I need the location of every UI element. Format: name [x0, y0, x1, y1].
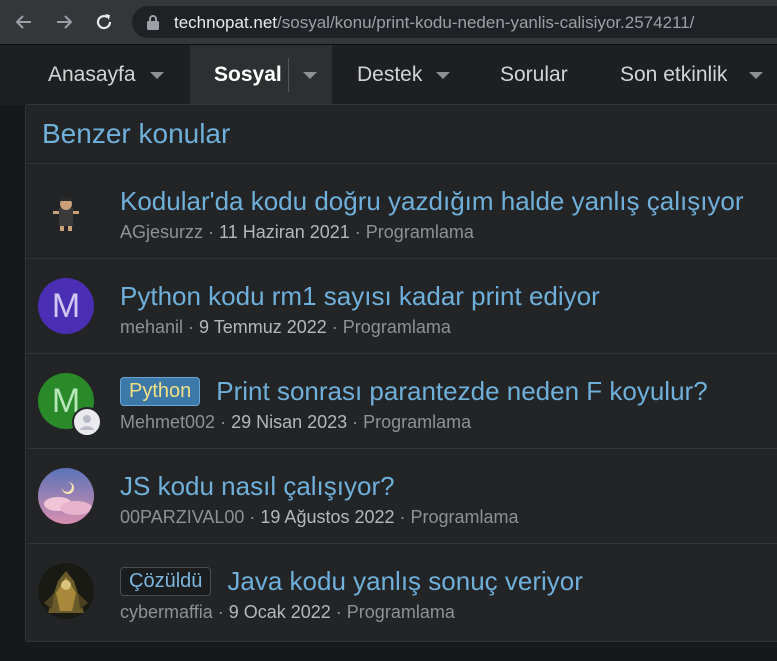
thread-date[interactable]: 11 Haziran 2021 — [219, 222, 350, 242]
tab-label: Anasayfa — [48, 63, 136, 86]
user-avatar-image — [38, 468, 94, 524]
avatar[interactable]: M — [38, 278, 94, 334]
thread-title-link[interactable]: Python kodu rm1 sayısı kadar print ediyo… — [120, 281, 600, 312]
back-button[interactable] — [10, 8, 38, 36]
block-title: Benzer konular — [42, 118, 231, 149]
similar-threads-block: Benzer konular Kodular'da kodu doğru yaz… — [25, 104, 777, 642]
url-path: /sosyal/konu/print-kodu-neden-yanlis-cal… — [277, 13, 695, 32]
url-text: technopat.net/sosyal/konu/print-kodu-ned… — [174, 13, 694, 33]
reload-icon — [96, 14, 112, 30]
block-header: Benzer konular — [26, 105, 777, 164]
avatar[interactable] — [38, 468, 94, 524]
tab-destek[interactable]: Destek — [357, 45, 451, 105]
tab-sosyal[interactable]: Sosyal — [190, 45, 332, 105]
thread-title-link[interactable]: Print sonrası parantezde neden F koyulur… — [216, 376, 707, 407]
meta-separator: · — [330, 602, 347, 622]
thread-forum[interactable]: Programlama — [366, 222, 474, 242]
meta-separator: · — [349, 222, 366, 242]
thread-title[interactable]: Kodular'da kodu doğru yazdığım halde yan… — [120, 186, 744, 217]
thread-meta: cybermaffia · 9 Ocak 2022 · Programlama — [120, 602, 455, 623]
tab-label: Destek — [357, 63, 423, 86]
browser-toolbar: technopat.net/sosyal/konu/print-kodu-ned… — [0, 0, 777, 44]
chevron-down-icon[interactable] — [149, 71, 164, 79]
thread-date[interactable]: 9 Temmuz 2022 — [199, 317, 327, 337]
thread-meta: Mehmet002 · 29 Nisan 2023 · Programlama — [120, 412, 471, 433]
chevron-down-icon[interactable] — [302, 71, 317, 79]
meta-separator: · — [215, 412, 232, 432]
back-arrow-icon — [15, 15, 31, 29]
thread-title[interactable]: Python Print sonrası parantezde neden F k… — [120, 376, 708, 407]
meta-separator: · — [394, 507, 411, 527]
thread-title[interactable]: JS kodu nasıl çalışıyor? — [120, 471, 395, 502]
thread-meta: mehanil · 9 Temmuz 2022 · Programlama — [120, 317, 451, 338]
thread-title[interactable]: Çözüldü Java kodu yanlış sonuç veriyor — [120, 566, 583, 597]
prefix-badge[interactable]: Çözüldü — [120, 567, 212, 596]
user-badge-icon — [72, 407, 102, 437]
chevron-down-icon[interactable] — [749, 71, 764, 79]
thread-row: Kodular'da kodu doğru yazdığım halde yan… — [26, 164, 777, 259]
thread-author[interactable]: Mehmet002 — [120, 412, 215, 432]
prefix-badge[interactable]: Python — [120, 377, 201, 406]
thread-author[interactable]: AGjesurzz — [120, 222, 203, 242]
user-avatar-image — [38, 563, 94, 619]
avatar[interactable]: M — [38, 373, 102, 437]
meta-separator: · — [203, 222, 220, 242]
tab-label: Son etkinlik — [620, 63, 728, 86]
thread-author[interactable]: 00PARZIVAL00 — [120, 507, 244, 527]
meta-separator: · — [326, 317, 343, 337]
thread-forum[interactable]: Programlama — [363, 412, 471, 432]
thread-forum[interactable]: Programlama — [347, 602, 455, 622]
avatar-letter: M — [51, 286, 81, 325]
thread-date[interactable]: 9 Ocak 2022 — [229, 602, 331, 622]
forward-button[interactable] — [50, 8, 78, 36]
tab-label: Sorular — [500, 63, 568, 86]
address-bar[interactable]: technopat.net/sosyal/konu/print-kodu-ned… — [132, 6, 777, 38]
thread-date[interactable]: 19 Ağustos 2022 — [260, 507, 394, 527]
thread-forum[interactable]: Programlama — [411, 507, 519, 527]
avatar[interactable] — [38, 563, 94, 619]
thread-row: JS kodu nasıl çalışıyor? 00PARZIVAL00 · … — [26, 449, 777, 544]
user-avatar-image — [38, 183, 94, 239]
thread-meta: 00PARZIVAL00 · 19 Ağustos 2022 · Program… — [120, 507, 519, 528]
thread-author[interactable]: cybermaffia — [120, 602, 213, 622]
lock-icon — [147, 15, 159, 30]
tab-separator — [287, 58, 289, 92]
tab-label: Sosyal — [214, 63, 282, 86]
thread-author[interactable]: mehanil — [120, 317, 183, 337]
thread-title-link[interactable]: Kodular'da kodu doğru yazdığım halde yan… — [120, 186, 744, 217]
meta-separator: · — [183, 317, 200, 337]
thread-title[interactable]: Python kodu rm1 sayısı kadar print ediyo… — [120, 281, 600, 312]
thread-row: M Python kodu rm1 sayısı kadar print edi… — [26, 259, 777, 354]
thread-date[interactable]: 29 Nisan 2023 — [231, 412, 347, 432]
chevron-down-icon[interactable] — [436, 71, 451, 79]
thread-row: Çözüldü Java kodu yanlış sonuç veriyor cy… — [26, 544, 777, 639]
thread-title-link[interactable]: JS kodu nasıl çalışıyor? — [120, 471, 395, 502]
avatar[interactable] — [38, 183, 94, 239]
tab-sorular[interactable]: Sorular — [500, 45, 568, 105]
site-navigation: Anasayfa Sosyal Destek Sorular Son etkin… — [0, 44, 777, 105]
reload-button[interactable] — [90, 8, 118, 36]
tab-son-etkinlik[interactable]: Son etkinlik — [620, 45, 764, 105]
meta-separator: · — [244, 507, 261, 527]
thread-title-link[interactable]: Java kodu yanlış sonuç veriyor — [227, 566, 583, 597]
thread-forum[interactable]: Programlama — [343, 317, 451, 337]
thread-meta: AGjesurzz · 11 Haziran 2021 · Programlam… — [120, 222, 474, 243]
thread-row: M Python Print sonrası parantezde neden F… — [26, 354, 777, 449]
tab-anasayfa[interactable]: Anasayfa — [48, 45, 164, 105]
forward-arrow-icon — [57, 15, 73, 29]
meta-separator: · — [347, 412, 364, 432]
url-host: technopat.net — [174, 13, 278, 32]
meta-separator: · — [212, 602, 229, 622]
